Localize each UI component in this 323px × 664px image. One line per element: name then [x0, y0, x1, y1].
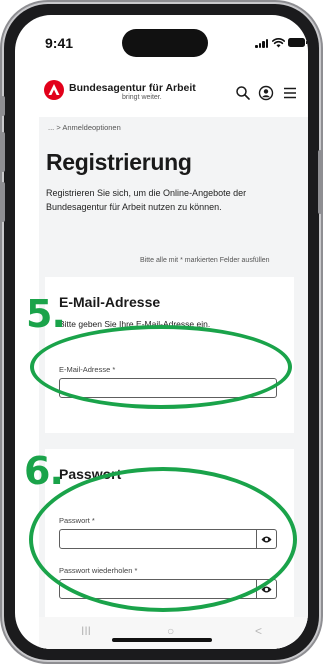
intro-text: Registrieren Sie sich, um die Online-Ang…	[46, 188, 247, 212]
brand-tagline: bringt weiter.	[122, 94, 162, 101]
menu-icon[interactable]	[282, 85, 298, 101]
android-nav-bar: III ○ <	[39, 617, 308, 649]
volume-up-button	[1, 132, 5, 172]
email-field-label: E-Mail-Adresse *	[59, 365, 116, 374]
account-icon[interactable]	[258, 85, 274, 101]
show-repeat-password-button[interactable]	[257, 579, 277, 599]
required-fields-note: Bitte alle mit * markierten Felder ausfü…	[140, 257, 270, 264]
volume-down-button	[1, 182, 5, 222]
breadcrumb[interactable]: ... > Anmeldeoptionen	[48, 123, 121, 132]
password-section-title: Passwort	[59, 466, 122, 482]
password-field[interactable]	[59, 529, 257, 549]
repeat-password-field[interactable]	[59, 579, 257, 599]
email-section-title: E-Mail-Adresse	[59, 294, 161, 310]
power-button	[318, 150, 322, 214]
step-6-label: 6.	[24, 449, 64, 493]
status-time: 9:41	[45, 35, 74, 51]
eye-icon	[261, 536, 272, 543]
ba-logo-icon[interactable]	[44, 80, 64, 100]
home-button[interactable]: ○	[167, 624, 174, 638]
battery-icon	[288, 38, 308, 47]
app-header: Bundesagentur für Arbeit bringt weiter.	[39, 71, 308, 118]
page-content: ... > Anmeldeoptionen Registrierung Regi…	[39, 117, 308, 649]
repeat-password-field-label: Passwort wiederholen *	[59, 566, 138, 575]
wifi-icon	[272, 38, 285, 48]
page-title: Registrierung	[46, 149, 192, 175]
email-field[interactable]	[59, 378, 277, 398]
back-button[interactable]: <	[255, 624, 262, 638]
silent-switch	[1, 96, 5, 116]
home-indicator	[112, 638, 212, 642]
status-bar: 9:41	[15, 15, 308, 67]
step-5-label: 5.	[26, 292, 66, 336]
signal-icon	[255, 39, 269, 48]
brand-name: Bundesagentur für Arbeit	[69, 82, 196, 94]
recents-button[interactable]: III	[81, 624, 91, 638]
email-card: E-Mail-Adresse Bitte geben Sie Ihre E-Ma…	[45, 277, 294, 433]
show-password-button[interactable]	[257, 529, 277, 549]
password-field-label: Passwort *	[59, 516, 95, 525]
eye-icon	[261, 586, 272, 593]
dynamic-island	[122, 29, 208, 57]
email-description: Bitte geben Sie Ihre E-Mail-Adresse ein.	[59, 319, 211, 329]
search-icon[interactable]	[235, 85, 251, 101]
